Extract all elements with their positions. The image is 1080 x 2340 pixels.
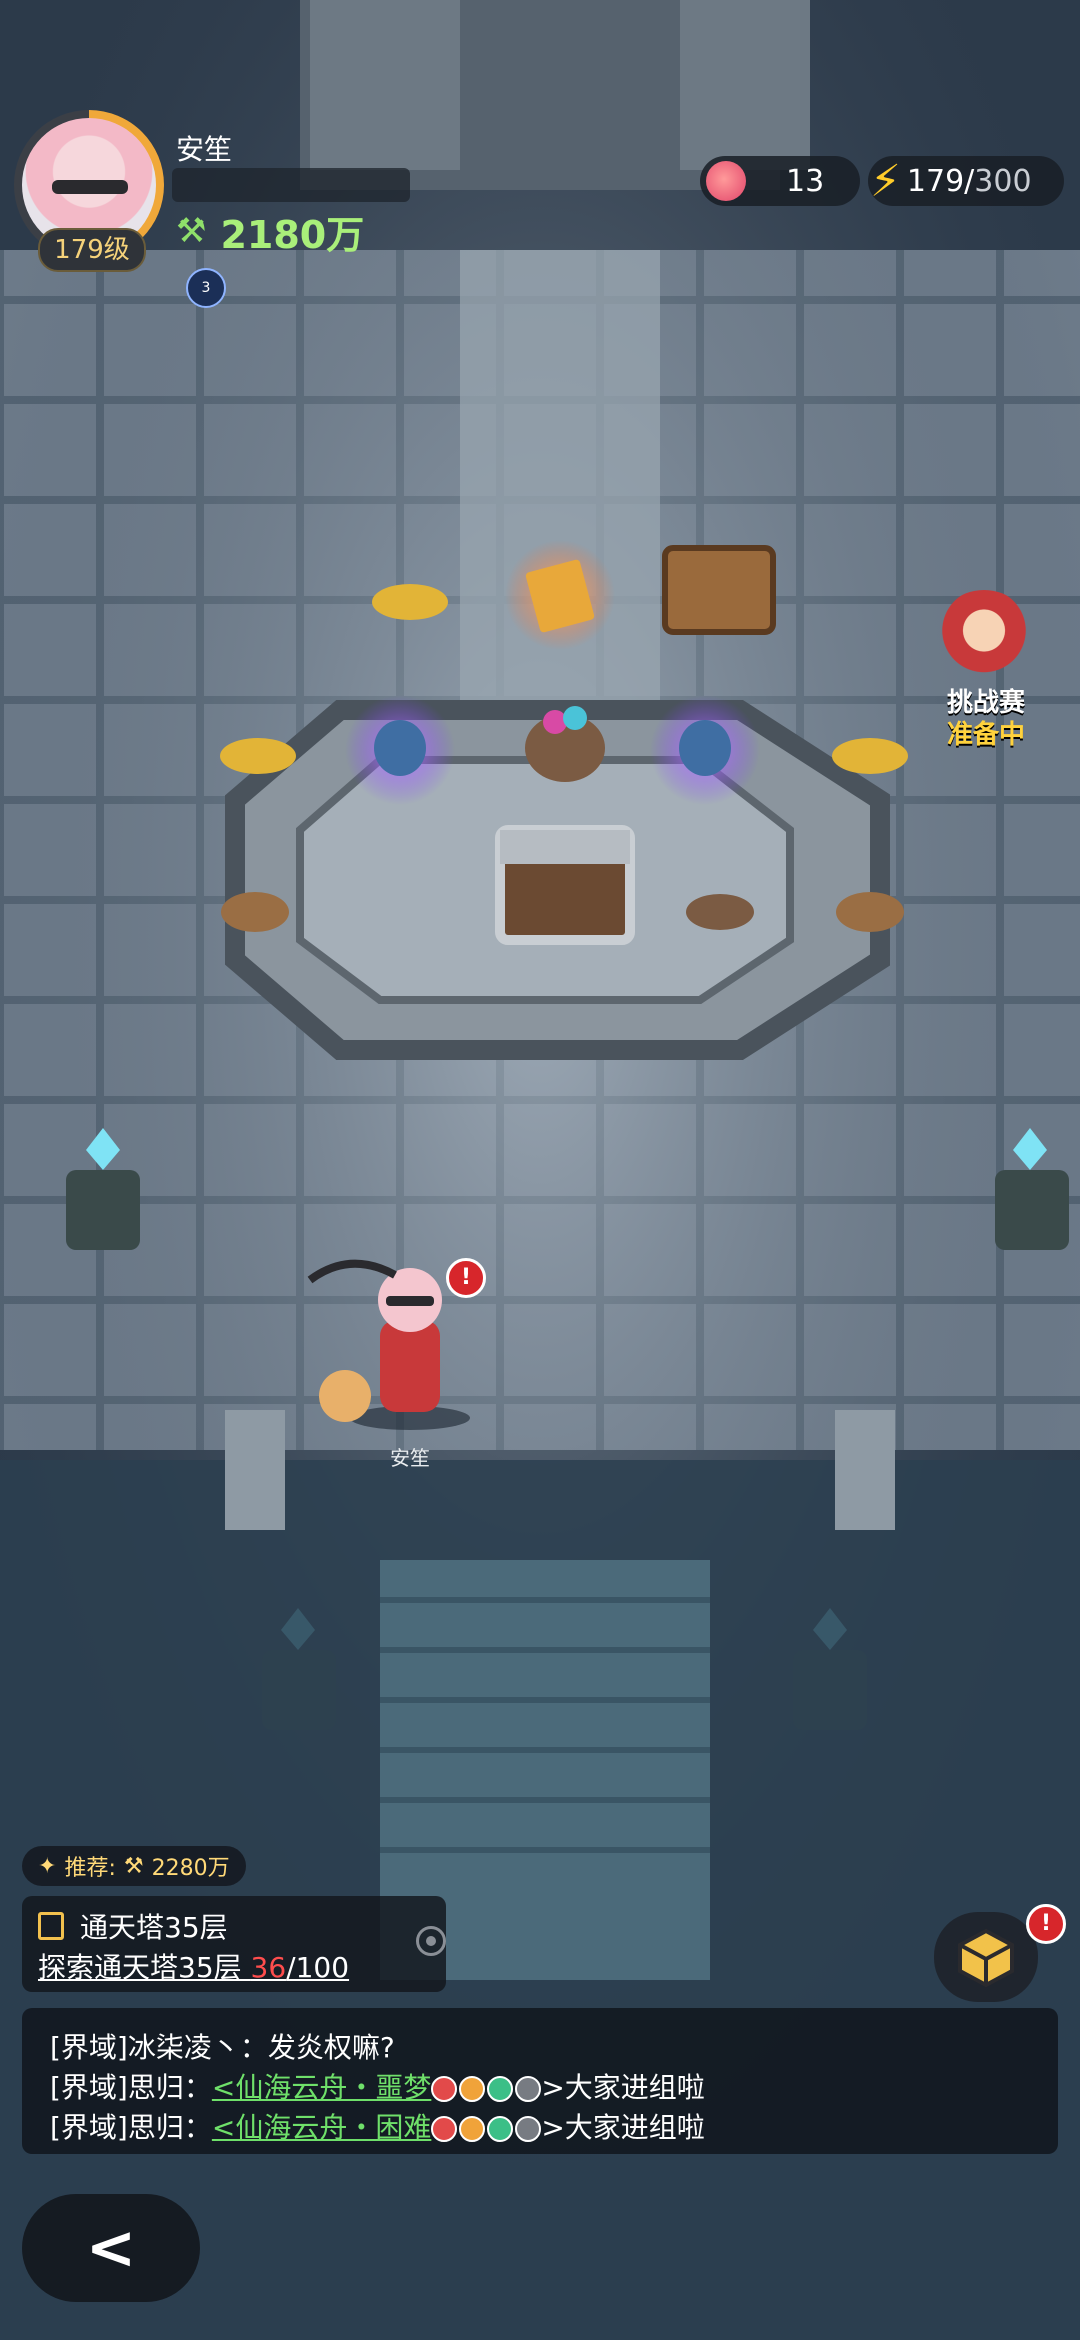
back-button[interactable]: <: [22, 2194, 200, 2302]
event-status: 准备中: [946, 720, 1025, 750]
combat-power-value: 2180万: [220, 212, 365, 257]
player-name-bar: [172, 168, 410, 202]
cube-box-icon: [958, 1928, 1014, 1988]
role-icons: [431, 2116, 542, 2142]
role-dot-icon: [459, 2116, 486, 2142]
role-icons: [431, 2076, 542, 2102]
role-dot-icon: [459, 2076, 486, 2102]
role-dot-icon: [487, 2076, 514, 2102]
chat-panel[interactable]: [界域]冰柒凌丶：发炎权嘛? [界域]思归：<仙海云舟・噩梦 >大家进组啦 [界域…: [22, 2008, 1058, 2154]
role-dot-icon: [515, 2116, 542, 2142]
recommend-label: 推荐:: [64, 1856, 116, 1881]
quest-description[interactable]: 探索通天塔35层 36/100: [38, 1946, 349, 1986]
player-name: 安笙: [176, 133, 233, 166]
stamina-current: 179/: [906, 163, 975, 199]
stamina-max: 300: [974, 163, 1032, 199]
quest-tracker[interactable]: 通天塔35层 探索通天塔35层 36/100: [22, 1896, 446, 1992]
chat-suffix: >大家进组啦: [541, 2071, 705, 2104]
quest-title: 通天塔35层: [80, 1911, 228, 1944]
combat-power-icon: ⚒: [176, 211, 207, 251]
chat-channel: [界域]: [50, 2071, 128, 2104]
chat-team-link[interactable]: <仙海云舟・噩梦: [212, 2071, 431, 2104]
recommend-power-value: 2280万: [151, 1856, 230, 1881]
recommended-power: ✦ 推荐: ⚒ 2280万: [22, 1846, 246, 1886]
chat-text: 冰柒凌丶：发炎权嘛?: [127, 2031, 395, 2064]
quest-scroll-icon: [38, 1912, 64, 1940]
character-alert-icon[interactable]: !: [446, 1258, 486, 1298]
chat-suffix: >大家进组啦: [541, 2111, 705, 2144]
chat-channel: [界域]: [50, 2111, 128, 2144]
locate-icon[interactable]: [416, 1926, 446, 1956]
combat-power: ⚒ 2180万: [176, 206, 365, 257]
peach-count: 13: [786, 163, 825, 199]
portrait-blindfold: [52, 180, 128, 194]
peach-icon: [706, 161, 746, 201]
peach-resource[interactable]: 13: [700, 156, 860, 206]
back-arrow-icon: <: [85, 2213, 137, 2283]
lightning-icon: ⚡: [870, 155, 901, 207]
chat-message: [界域]冰柒凌丶：发炎权嘛?: [50, 2026, 395, 2066]
quest-total: /100: [286, 1951, 350, 1984]
chat-team-link[interactable]: <仙海云舟・困难: [212, 2111, 431, 2144]
bag-button[interactable]: [934, 1912, 1038, 2002]
stamina-resource[interactable]: ⚡ 179/ 300: [868, 155, 1064, 207]
star-icon: ✦: [38, 1853, 57, 1879]
chat-text: 思归：: [127, 2111, 212, 2144]
buff-count: 3: [201, 280, 211, 296]
chat-message: [界域]思归：<仙海云舟・困难 >大家进组啦: [50, 2106, 705, 2146]
chat-text: 思归：: [127, 2071, 212, 2104]
role-dot-icon: [431, 2076, 458, 2102]
role-dot-icon: [431, 2116, 458, 2142]
buff-icon[interactable]: 3: [186, 268, 226, 308]
chat-channel: [界域]: [50, 2031, 128, 2064]
chat-message: [界域]思归：<仙海云舟・噩梦 >大家进组啦: [50, 2066, 705, 2106]
power-icon: ⚒: [123, 1853, 144, 1879]
character-name-label: 安笙: [390, 1446, 430, 1470]
challenge-event-marker[interactable]: 挑战赛 准备中: [906, 590, 1066, 750]
player-level: 179级: [38, 228, 146, 272]
event-character-icon: [936, 590, 1032, 680]
quest-desc-text: 探索通天塔35层: [38, 1951, 251, 1984]
role-dot-icon: [515, 2076, 542, 2102]
quest-progress: 36: [250, 1951, 287, 1984]
bag-alert-badge: !: [1026, 1904, 1066, 1944]
role-dot-icon: [487, 2116, 514, 2142]
